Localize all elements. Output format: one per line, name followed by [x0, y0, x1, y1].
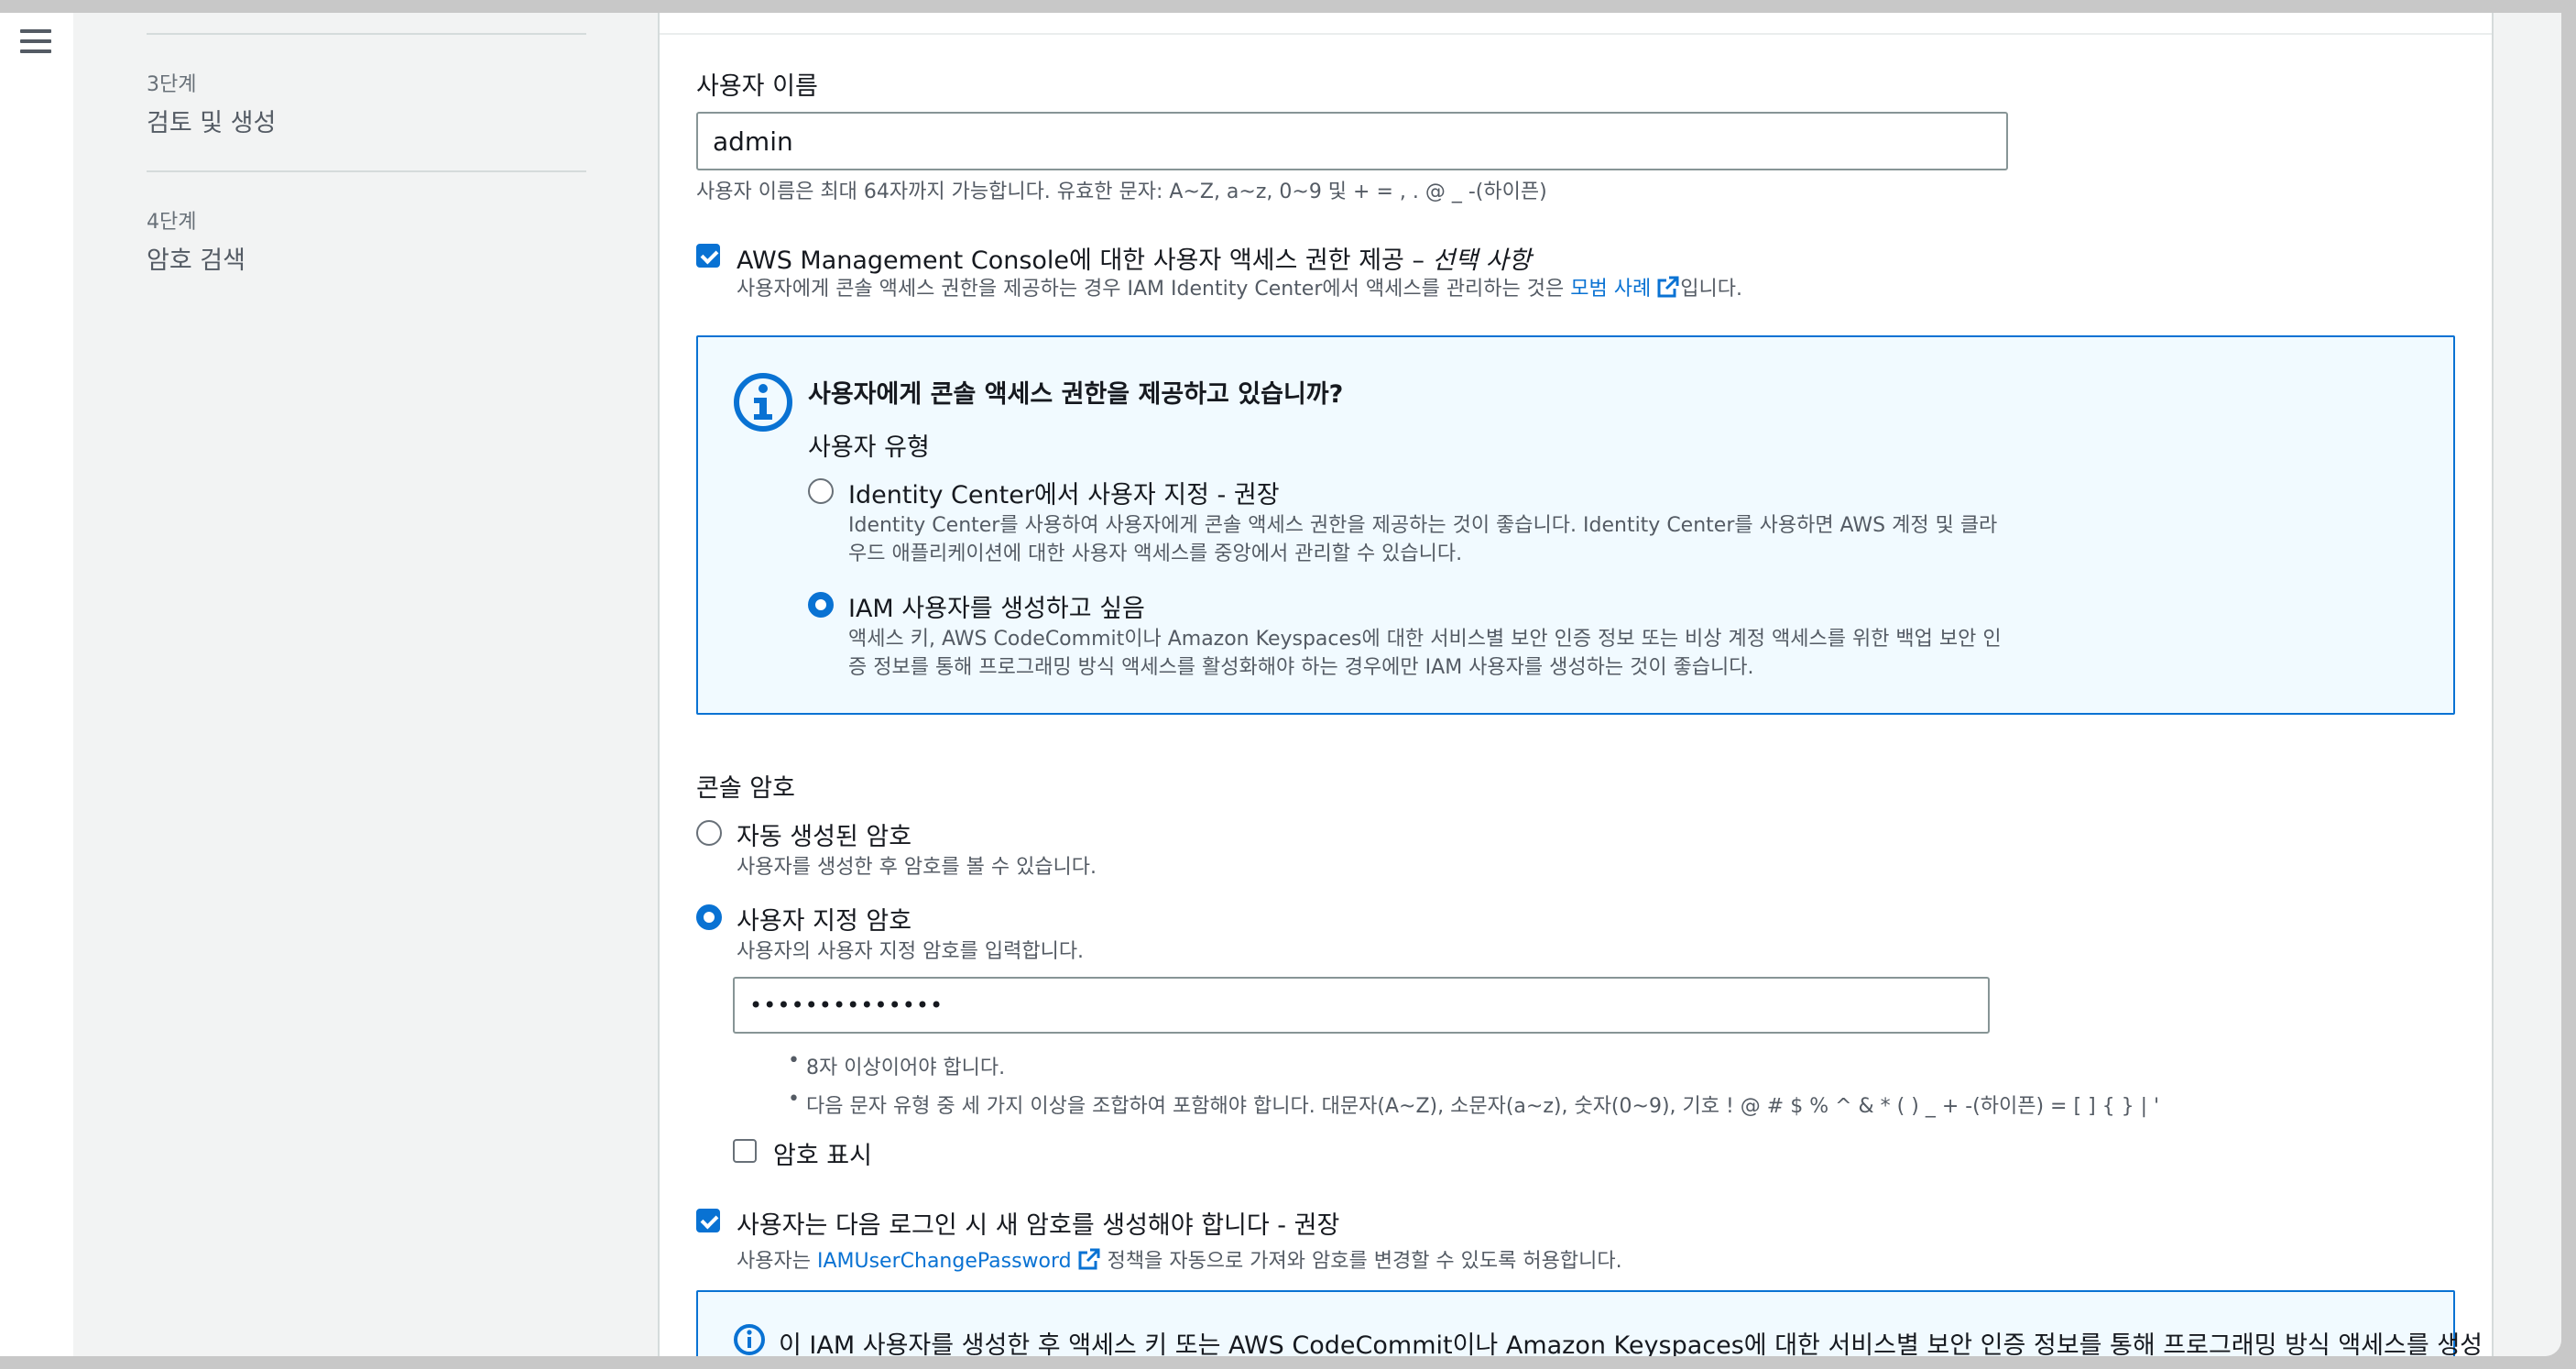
custom-password-radio[interactable]: [696, 904, 722, 930]
step-3-label: 3단계: [147, 73, 197, 96]
show-password-checkbox[interactable]: [733, 1139, 757, 1163]
change-password-policy-link[interactable]: IAMUserChangePassword: [817, 1250, 1072, 1273]
identity-center-radio[interactable]: [808, 478, 834, 504]
identity-center-desc-2: 우드 애플리케이션에 대한 사용자 액세스를 중앙에서 관리할 수 있습니다.: [848, 542, 1463, 565]
iam-user-radio[interactable]: [808, 592, 834, 618]
custom-password-label: 사용자 지정 암호: [737, 907, 912, 936]
custom-password-input[interactable]: ••••••••••••••: [733, 977, 1990, 1034]
iam-user-desc-2: 증 정보를 통해 프로그래밍 방식 액세스를 활성화해야 하는 경우에만 IAM…: [848, 656, 1754, 679]
best-practice-link[interactable]: 모범 사례: [1570, 278, 1651, 301]
user-name-hint: 사용자 이름은 최대 64자까지 가능합니다. 유효한 문자: A~Z, a~z…: [696, 181, 1547, 203]
info-icon: [734, 1324, 765, 1355]
optional-tag: 선택 사항: [1432, 246, 1532, 275]
info-box-title: 사용자에게 콘솔 액세스 권한을 제공하고 있습니까?: [808, 380, 1344, 409]
force-reset-label: 사용자는 다음 로그인 시 새 암호를 생성해야 합니다 - 권장: [737, 1211, 1340, 1240]
step-4-label: 4단계: [147, 211, 197, 234]
identity-center-desc-1: Identity Center를 사용하여 사용자에게 콘솔 액세스 권한을 제…: [848, 514, 1998, 537]
console-access-desc-end: 입니다.: [1680, 278, 1742, 301]
console-access-checkbox[interactable]: [696, 244, 720, 268]
app-frame: 3단계 검토 및 생성 4단계 암호 검색 사용자 이름 admin 사용자 이…: [0, 13, 2561, 1356]
iam-user-label: IAM 사용자를 생성하고 싶음: [848, 595, 1145, 623]
programmatic-access-info-box: 이 IAM 사용자를 생성한 후 액세스 키 또는 AWS CodeCommit…: [696, 1290, 2483, 1356]
password-rule-types: 다음 문자 유형 중 세 가지 이상을 조합하여 포함해야 합니다. 대문자(A…: [788, 1088, 2159, 1119]
auto-password-radio[interactable]: [696, 820, 722, 846]
console-access-info-box: 사용자에게 콘솔 액세스 권한을 제공하고 있습니까? 사용자 유형 Ident…: [696, 335, 2455, 715]
console-access-desc-text: 사용자에게 콘솔 액세스 권한을 제공하는 경우 IAM Identity Ce…: [737, 278, 1571, 301]
console-access-desc: 사용자에게 콘솔 액세스 권한을 제공하는 경우 IAM Identity Ce…: [737, 275, 1742, 303]
console-password-label: 콘솔 암호: [696, 774, 795, 803]
password-rule-length: 8자 이상이어야 합니다.: [788, 1049, 1005, 1080]
info-icon: [734, 373, 792, 432]
step-4-name[interactable]: 암호 검색: [147, 240, 246, 276]
show-password-label: 암호 표시: [773, 1142, 872, 1170]
iam-user-desc-1: 액세스 키, AWS CodeCommit이나 Amazon Keyspaces…: [848, 628, 2002, 651]
section-divider: [660, 33, 2492, 35]
identity-center-label: Identity Center에서 사용자 지정 - 권장: [848, 481, 1280, 509]
step-3-name[interactable]: 검토 및 생성: [147, 103, 276, 138]
step-divider: [147, 33, 586, 35]
user-name-label: 사용자 이름: [696, 72, 818, 101]
force-reset-checkbox[interactable]: [696, 1209, 720, 1232]
auto-password-desc: 사용자를 생성한 후 암호를 볼 수 있습니다.: [737, 856, 1097, 879]
console-access-label: AWS Management Console에 대한 사용자 액세스 권한 제공…: [737, 240, 1532, 276]
user-name-input[interactable]: admin: [696, 112, 2008, 170]
auto-password-label: 자동 생성된 암호: [737, 823, 912, 851]
force-reset-desc: 사용자는 IAMUserChangePassword 정책을 자동으로 가져와 …: [737, 1247, 1622, 1276]
console-access-label-main: AWS Management Console에 대한 사용자 액세스 권한 제공…: [737, 246, 1433, 275]
force-reset-desc-text: 사용자는: [737, 1250, 817, 1273]
force-reset-desc-end: 정책을 자동으로 가져와 암호를 변경할 수 있도록 허용합니다.: [1100, 1250, 1622, 1273]
external-link-icon: [1078, 1248, 1100, 1270]
step-divider: [147, 170, 586, 172]
nav-rail: [0, 13, 75, 1356]
wizard-steps-panel: 3단계 검토 및 생성 4단계 암호 검색: [73, 13, 660, 1356]
programmatic-access-text: 이 IAM 사용자를 생성한 후 액세스 키 또는 AWS CodeCommit…: [779, 1331, 2483, 1356]
external-link-icon: [1657, 276, 1679, 298]
page-scrollbar[interactable]: [2492, 13, 2561, 1356]
user-details-form: 사용자 이름 admin 사용자 이름은 최대 64자까지 가능합니다. 유효한…: [660, 13, 2492, 1356]
custom-password-desc: 사용자의 사용자 지정 암호를 입력합니다.: [737, 940, 1085, 963]
menu-icon[interactable]: [20, 29, 51, 55]
user-type-label: 사용자 유형: [808, 433, 930, 462]
